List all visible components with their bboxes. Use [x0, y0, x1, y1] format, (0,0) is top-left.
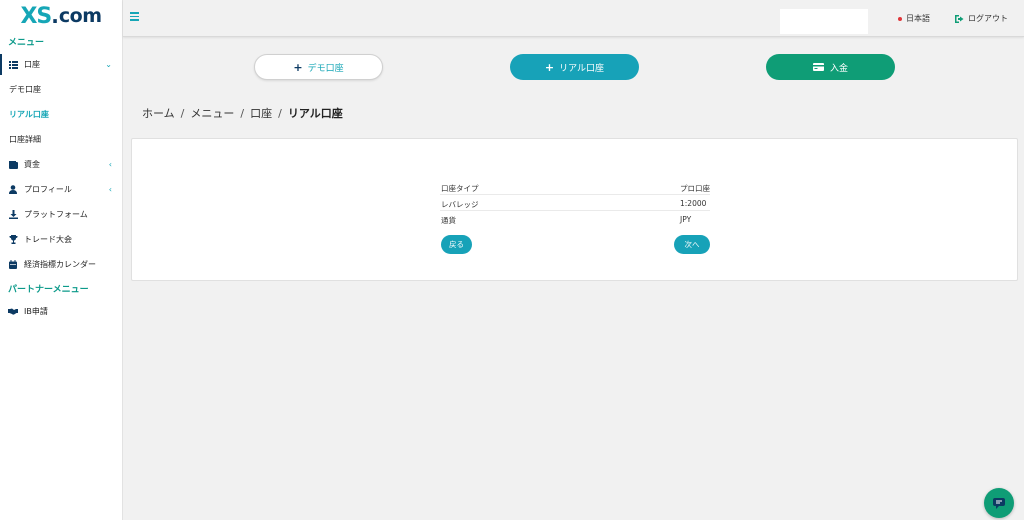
row-value: JPY: [680, 215, 692, 224]
wallet-icon: [8, 160, 18, 170]
demo-account-button[interactable]: + デモ口座: [254, 54, 383, 80]
real-account-label: リアル口座: [559, 63, 605, 74]
sidebar-item-real-account[interactable]: リアル口座: [0, 102, 122, 127]
table-row: 通貨 JPY: [440, 211, 710, 227]
chevron-left-icon: ‹: [108, 185, 112, 194]
language-selector[interactable]: 日本語: [898, 13, 930, 24]
top-header: 日本語 ログアウト: [123, 0, 1024, 37]
header-blank-box: [780, 9, 868, 34]
sidebar-item-label: プラットフォーム: [24, 210, 88, 219]
chevron-left-icon: ‹: [108, 160, 112, 169]
table-row: 口座タイプ プロ口座: [440, 179, 710, 195]
sidebar-item-label: 資金: [24, 160, 40, 169]
chevron-down-icon: ⌄: [105, 60, 112, 69]
next-button[interactable]: 次へ: [674, 235, 710, 254]
sidebar-item-label: 口座: [24, 60, 40, 69]
breadcrumb-account[interactable]: 口座: [250, 105, 272, 121]
row-key: 通貨: [441, 216, 456, 225]
account-summary-card: 口座タイプ プロ口座 レバレッジ 1:2000 通貨 JPY 戻る 次へ: [131, 138, 1018, 281]
sidebar-item-economic-calendar[interactable]: 経済指標カレンダー: [0, 252, 122, 277]
demo-account-label: デモ口座: [307, 63, 344, 74]
sidebar-item-account[interactable]: 口座 ⌄: [0, 52, 122, 77]
handshake-icon: [8, 307, 18, 317]
sidebar-item-label: IB申請: [24, 307, 48, 316]
row-value: プロ口座: [680, 184, 710, 193]
row-key: 口座タイプ: [441, 184, 479, 193]
sidebar-item-label: プロフィール: [24, 185, 72, 194]
sidebar-item-demo-account[interactable]: デモ口座: [0, 77, 122, 102]
breadcrumb-home[interactable]: ホーム: [142, 105, 175, 121]
plus-icon: +: [293, 60, 303, 74]
breadcrumb-current: リアル口座: [287, 107, 343, 120]
sidebar-item-funds[interactable]: 資金 ‹: [0, 152, 122, 177]
deposit-button[interactable]: 入金: [766, 54, 895, 80]
sidebar-item-ib-application[interactable]: IB申請: [0, 299, 122, 324]
row-key: レバレッジ: [441, 200, 479, 209]
table-row: レバレッジ 1:2000: [440, 195, 710, 211]
partner-section-title: パートナーメニュー: [8, 284, 89, 295]
chat-icon: [993, 497, 1005, 509]
sidebar-item-label: 経済指標カレンダー: [24, 260, 96, 269]
sidebar-item-account-details[interactable]: 口座詳細: [0, 127, 122, 152]
breadcrumb-menu[interactable]: メニュー: [190, 105, 234, 121]
hamburger-menu-icon[interactable]: [130, 12, 139, 21]
download-icon: [8, 210, 18, 220]
japan-flag-icon: [898, 16, 902, 21]
deposit-label: 入金: [829, 63, 848, 74]
language-label: 日本語: [906, 14, 930, 23]
plus-icon: +: [544, 60, 555, 74]
credit-card-icon: [812, 63, 824, 71]
sidebar: XS. com メニュー 口座 ⌄ デモ口座 リアル口座 口座詳細 資金 ‹ プロ…: [0, 0, 123, 520]
list-icon: [8, 60, 18, 70]
sidebar-item-label: トレード大会: [24, 235, 72, 244]
chat-button[interactable]: [984, 488, 1014, 518]
trophy-icon: [8, 235, 18, 245]
back-button[interactable]: 戻る: [441, 235, 472, 254]
sidebar-item-profile[interactable]: プロフィール ‹: [0, 177, 122, 202]
user-icon: [8, 185, 18, 195]
sidebar-item-platform[interactable]: プラットフォーム: [0, 202, 122, 227]
logout-icon: [955, 14, 964, 23]
logout-link[interactable]: ログアウト: [955, 13, 1008, 24]
breadcrumb: ホーム / メニュー / 口座 / リアル口座: [142, 105, 343, 121]
calendar-icon: [8, 260, 18, 270]
logout-label: ログアウト: [968, 14, 1008, 23]
row-value: 1:2000: [680, 199, 707, 208]
account-info-table: 口座タイプ プロ口座 レバレッジ 1:2000 通貨 JPY: [440, 179, 710, 227]
real-account-button[interactable]: + リアル口座: [510, 54, 639, 80]
sidebar-item-trade-contest[interactable]: トレード大会: [0, 227, 122, 252]
logo[interactable]: XS. com: [0, 0, 122, 30]
menu-section-title: メニュー: [8, 37, 45, 48]
